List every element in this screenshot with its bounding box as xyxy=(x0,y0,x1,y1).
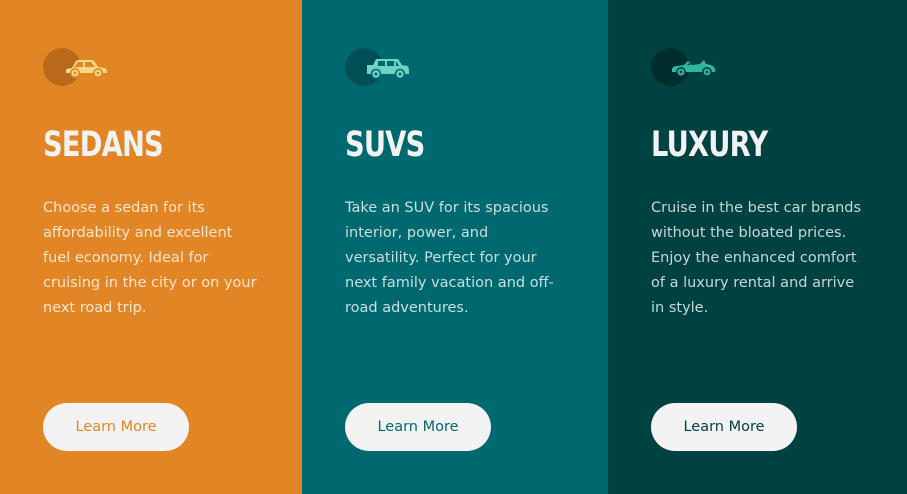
card-icon-wrap xyxy=(651,48,721,88)
card-description: Take an SUV for its spacious interior, p… xyxy=(345,200,554,316)
learn-more-button[interactable]: Learn More xyxy=(43,403,189,451)
car-category-cards: SEDANS Choose a sedan for its affordabil… xyxy=(0,0,907,494)
card-title: SEDANS xyxy=(43,125,164,165)
card-sedans: SEDANS Choose a sedan for its affordabil… xyxy=(0,0,302,494)
card-title: LUXURY xyxy=(651,125,768,165)
card-description: Choose a sedan for its affordability and… xyxy=(43,200,257,316)
card-luxury: LUXURY Cruise in the best car brands wit… xyxy=(608,0,907,494)
card-suvs: SUVS Take an SUV for its spacious interi… xyxy=(302,0,608,494)
sedan-car-icon xyxy=(66,60,107,78)
card-title: SUVS xyxy=(345,125,425,165)
card-description: Cruise in the best car brands without th… xyxy=(651,200,862,316)
learn-more-button[interactable]: Learn More xyxy=(345,403,491,451)
card-icon-wrap xyxy=(43,48,113,88)
luxury-car-icon xyxy=(672,60,715,77)
suv-car-icon xyxy=(367,59,409,80)
learn-more-button[interactable]: Learn More xyxy=(651,403,797,451)
card-icon-wrap xyxy=(345,48,415,88)
